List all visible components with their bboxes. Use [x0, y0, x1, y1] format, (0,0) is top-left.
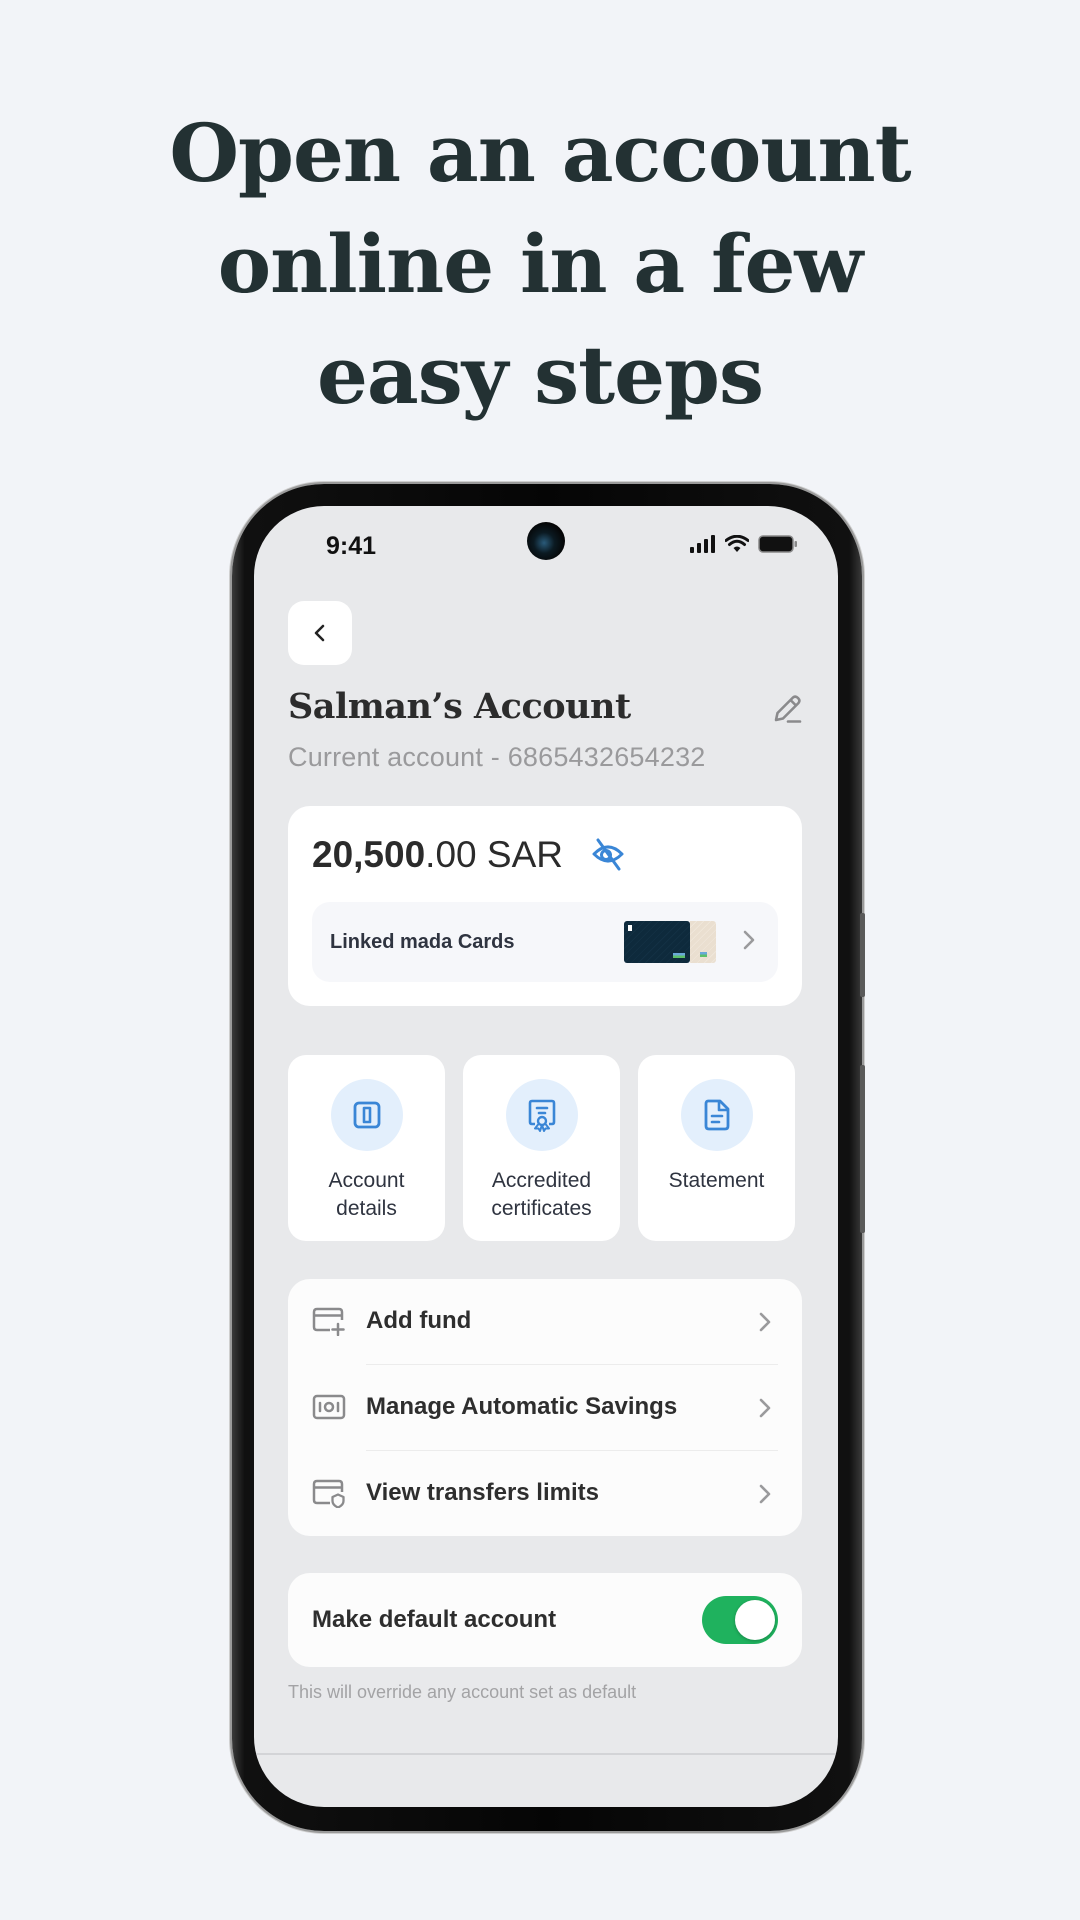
- certificate-icon: [528, 1099, 556, 1132]
- headline-line-2: online in a few: [217, 217, 864, 311]
- savings-icon: [312, 1394, 346, 1420]
- linked-cards-label: Linked mada Cards: [330, 931, 515, 953]
- chevron-left-icon: [314, 624, 325, 642]
- balance-amount: 20,500.00 SAR: [312, 834, 563, 876]
- tile-statement[interactable]: Statement: [638, 1055, 795, 1241]
- pencil-icon[interactable]: [770, 692, 804, 726]
- headline-line-3: easy steps: [317, 328, 764, 422]
- card-shield-icon: [312, 1479, 345, 1508]
- menu-item-automatic-savings[interactable]: Manage Automatic Savings: [288, 1365, 802, 1450]
- signal-icon: [690, 535, 715, 553]
- phone-screen: 9:41 Salman’s Account Current account - …: [254, 506, 838, 1807]
- linked-card-light: [690, 921, 716, 963]
- wifi-icon: [725, 535, 749, 552]
- menu-item-add-fund[interactable]: Add fund: [288, 1279, 802, 1364]
- battery-icon: [758, 535, 797, 553]
- chevron-right-icon: [759, 1312, 771, 1332]
- chevron-right-icon: [759, 1484, 771, 1504]
- tile-label: Accredited certificates: [491, 1169, 592, 1220]
- account-subtitle: Current account - 6865432654232: [288, 742, 706, 772]
- menu-label: Add fund: [366, 1307, 472, 1334]
- menu-label: View transfers limits: [366, 1479, 599, 1506]
- linked-card-thumbnails: [624, 921, 716, 963]
- document-icon: [704, 1099, 730, 1131]
- menu-item-transfer-limits[interactable]: View transfers limits: [288, 1451, 802, 1536]
- phone-side-button-upper: [860, 913, 865, 997]
- chevron-right-icon: [759, 1398, 771, 1418]
- balance-decimal: .00: [425, 834, 477, 875]
- quick-actions: Account details Accredited certificates: [288, 1055, 795, 1241]
- menu-label: Manage Automatic Savings: [366, 1393, 678, 1420]
- tile-icon-bg: [331, 1079, 403, 1151]
- tile-icon-bg: [506, 1079, 578, 1151]
- balance-currency: SAR: [486, 834, 563, 875]
- phone-side-button-lower: [860, 1065, 865, 1233]
- back-button[interactable]: [288, 601, 352, 665]
- balance-card: 20,500.00 SAR Linked mada Cards: [288, 806, 802, 1006]
- tile-label: Statement: [668, 1169, 765, 1192]
- status-time: 9:41: [326, 532, 377, 560]
- headline-line-1: Open an account: [169, 106, 911, 200]
- default-account-note: This will override any account set as de…: [288, 1682, 637, 1702]
- status-bar: 9:41: [254, 506, 838, 586]
- status-icons: [690, 534, 798, 554]
- chevron-right-icon: [743, 930, 755, 950]
- bottom-divider: [254, 1753, 838, 1755]
- tile-label: Account details: [328, 1169, 405, 1220]
- eye-off-icon[interactable]: [590, 836, 626, 872]
- tile-accredited-certificates[interactable]: Accredited certificates: [463, 1055, 620, 1241]
- default-account-row: Make default account: [288, 1573, 802, 1667]
- linked-cards-row[interactable]: Linked mada Cards: [312, 902, 778, 982]
- front-camera: [527, 522, 565, 560]
- default-account-toggle[interactable]: [702, 1596, 778, 1644]
- account-details-icon: [353, 1101, 381, 1129]
- linked-card-dark: [624, 921, 690, 963]
- toggle-knob: [735, 1600, 775, 1640]
- account-title: Salman’s Account: [288, 686, 631, 727]
- account-actions-menu: Add fund Manage Automatic Savings View t…: [288, 1279, 802, 1536]
- card-add-icon: [312, 1307, 345, 1336]
- balance-whole: 20,500: [312, 834, 426, 875]
- tile-account-details[interactable]: Account details: [288, 1055, 445, 1241]
- headline: Open an account online in a few easy ste…: [0, 98, 1080, 431]
- tile-icon-bg: [681, 1079, 753, 1151]
- default-account-label: Make default account: [312, 1606, 557, 1633]
